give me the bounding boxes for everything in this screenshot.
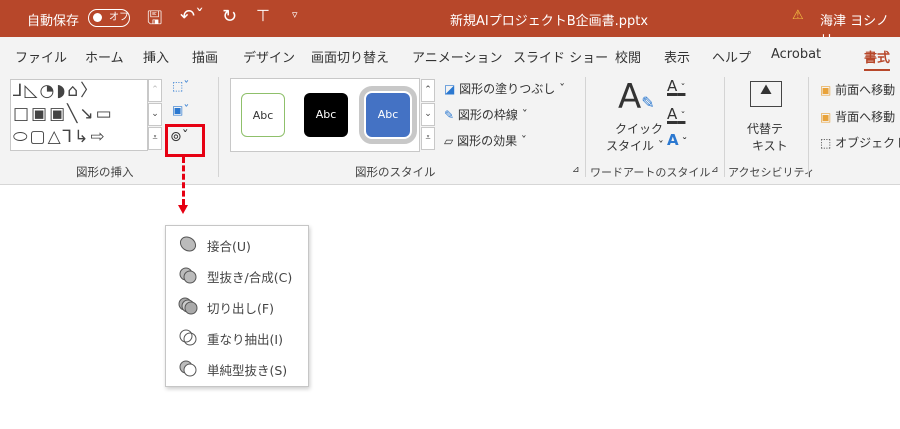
tab-view[interactable]: 表示 <box>664 47 690 66</box>
styles-up-button[interactable]: ⌃ <box>421 79 435 102</box>
selection-pane-icon: ⬚ <box>820 136 832 150</box>
warning-icon: ⚠ <box>792 8 804 23</box>
bring-forward-icon: ▣ <box>820 83 832 97</box>
callout-arrow <box>182 157 185 205</box>
bring-forward-button[interactable]: ▣ 前面へ移動 <box>820 81 895 98</box>
customize-qat-icon[interactable]: ▿ <box>292 8 298 21</box>
autosave-label: 自動保存 <box>27 14 80 29</box>
tab-acrobat[interactable]: Acrobat <box>771 47 821 62</box>
combine-icon <box>179 267 197 284</box>
quick-styles-label[interactable]: クイック <box>615 120 663 137</box>
present-icon[interactable]: ⊤ <box>256 6 270 25</box>
shape-effects-button[interactable]: ▱ 図形の効果 ˇ <box>444 132 527 149</box>
menu-item-intersect[interactable]: 重なり抽出(I) <box>166 324 308 350</box>
tab-format[interactable]: 書式 <box>864 47 891 72</box>
redo-icon[interactable]: ↻ <box>222 6 237 27</box>
send-backward-button[interactable]: ▣ 背面へ移動 <box>820 108 895 125</box>
paint-bucket-icon: ◪ <box>444 82 456 96</box>
alt-text-label[interactable]: 代替テ <box>747 120 783 137</box>
fragment-icon <box>178 297 198 315</box>
tab-slideshow[interactable]: スライド ショー <box>513 47 608 66</box>
send-backward-icon: ▣ <box>820 110 832 124</box>
text-box-icon[interactable]: ▣ˇ <box>172 103 189 117</box>
styles-down-button[interactable]: ⌄ <box>421 103 435 126</box>
divider <box>218 77 219 177</box>
effects-icon: ▱ <box>444 134 454 148</box>
text-effects-icon[interactable]: A ˇ <box>667 131 687 149</box>
divider <box>808 77 809 177</box>
group-label-insert-shapes: 図形の挿入 <box>76 165 134 179</box>
shapes-gallery[interactable]: ⅃◺◔◗⌂〉 □▣▣╲↘▭ ⬭▢△⅂↳⇨ <box>10 79 148 151</box>
subtract-icon <box>179 360 197 377</box>
style-sample-black[interactable]: Abc <box>304 93 348 137</box>
tab-animations[interactable]: アニメーション <box>412 47 502 66</box>
menu-item-union[interactable]: 接合(U) <box>166 231 308 257</box>
shape-fill-button[interactable]: ◪ 図形の塗りつぶし ˇ <box>444 80 565 97</box>
quick-styles-label-2[interactable]: スタイル ˇ <box>606 137 664 154</box>
divider <box>724 77 725 177</box>
alt-text-icon[interactable]: ⛰ <box>750 81 782 107</box>
callout-arrowhead <box>178 205 188 214</box>
tab-transitions[interactable]: 画面切り替え <box>311 47 389 66</box>
styles-more-button[interactable]: ⩡ <box>421 127 435 150</box>
ribbon-tabs: ファイル ホーム 挿入 描画 デザイン 画面切り替え アニメーション スライド … <box>0 37 900 72</box>
title-bar: 自動保存 オフ 🖫 ↶ˇ ↻ ⊤ ▿ 新規AIプロジェクトB企画書.pptx ⚠… <box>0 0 900 48</box>
tab-draw[interactable]: 描画 <box>192 47 218 66</box>
style-sample-green[interactable]: Abc <box>241 93 285 137</box>
selection-pane-button[interactable]: ⬚ オブジェクト <box>820 134 900 151</box>
dialog-launcher-icon[interactable]: ⊿ <box>572 165 580 175</box>
text-fill-icon[interactable]: A ˇ <box>667 77 685 95</box>
undo-icon[interactable]: ↶ˇ <box>180 6 204 27</box>
merge-shapes-menu: 接合(U) 型抜き/合成(C) 切り出し(F) 重なり抽出(I) 単純型抜き(S… <box>165 225 309 387</box>
pen-icon: ✎ <box>444 108 455 122</box>
edit-shape-icon[interactable]: ⬚ˇ <box>172 79 189 93</box>
group-label-shape-styles: 図形のスタイル <box>355 165 436 179</box>
tab-review[interactable]: 校閲 <box>615 47 641 66</box>
shape-outline-button[interactable]: ✎ 図形の枠線 ˇ <box>444 106 528 123</box>
quick-styles-icon[interactable]: A✎ <box>618 77 655 117</box>
group-label-accessibility: アクセシビリティ <box>728 166 815 179</box>
text-outline-icon[interactable]: A ˇ <box>667 105 685 123</box>
intersect-icon <box>179 329 197 346</box>
menu-item-fragment[interactable]: 切り出し(F) <box>166 293 308 319</box>
menu-item-combine[interactable]: 型抜き/合成(C) <box>166 262 308 288</box>
file-title: 新規AIプロジェクトB企画書.pptx <box>450 14 649 29</box>
divider <box>585 77 586 177</box>
tab-help[interactable]: ヘルプ <box>712 47 751 66</box>
save-icon[interactable]: 🖫 <box>147 6 162 36</box>
union-icon <box>179 236 197 252</box>
group-label-wordart: ワードアートのスタイル <box>590 166 711 179</box>
tab-design[interactable]: デザイン <box>243 47 295 66</box>
style-sample-blue[interactable]: Abc <box>359 86 417 144</box>
merge-shapes-highlight <box>165 124 205 157</box>
gallery-more-button[interactable]: ⩡ <box>148 127 162 150</box>
gallery-up-button[interactable]: ⌃ <box>148 79 162 102</box>
menu-item-subtract[interactable]: 単純型抜き(S) <box>166 355 308 381</box>
tab-file[interactable]: ファイル <box>15 47 67 66</box>
tab-home[interactable]: ホーム <box>85 47 124 66</box>
gallery-down-button[interactable]: ⌄ <box>148 103 162 126</box>
autosave-toggle[interactable]: オフ <box>88 9 130 27</box>
dialog-launcher-icon[interactable]: ⊿ <box>711 165 719 175</box>
alt-text-label-2[interactable]: キスト <box>752 137 788 154</box>
ribbon: ⅃◺◔◗⌂〉 □▣▣╲↘▭ ⬭▢△⅂↳⇨ ⌃ ⌄ ⩡ ⬚ˇ ▣ˇ ⊚ˇ 図形の挿入 … <box>0 71 900 185</box>
tab-insert[interactable]: 挿入 <box>143 47 169 66</box>
shape-styles-gallery[interactable]: Abc Abc Abc <box>230 78 420 152</box>
